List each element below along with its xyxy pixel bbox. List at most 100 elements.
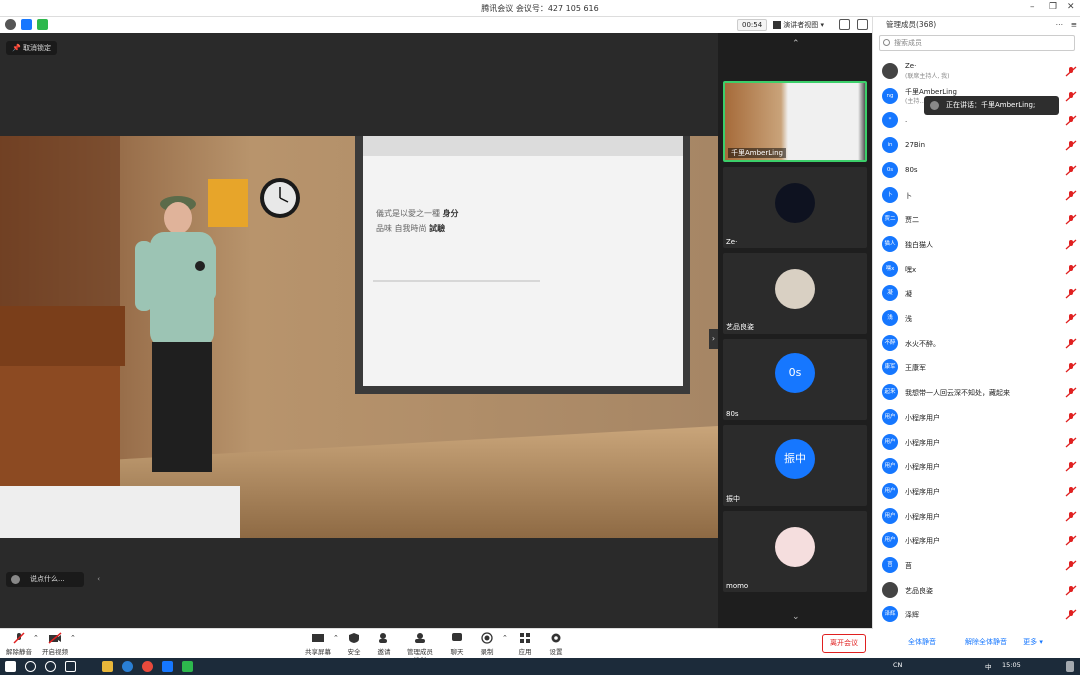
mic-muted-icon[interactable] — [1065, 511, 1077, 522]
member-row[interactable]: Ze· (联席主持人, 我) — [882, 61, 1077, 83]
member-row[interactable]: 卜卜 — [882, 185, 1077, 207]
multitask-icon[interactable] — [65, 661, 76, 672]
more-icon[interactable]: ⋯ — [1056, 17, 1064, 33]
member-row[interactable]: 0s 80s — [882, 160, 1077, 182]
layout-icon[interactable] — [857, 19, 868, 30]
collapse-icon[interactable]: ‹ — [97, 572, 100, 587]
chat-button[interactable]: 聊天 — [447, 632, 467, 656]
menu-icon[interactable]: ≡ — [1071, 17, 1077, 33]
member-row[interactable]: 莒莒 — [882, 555, 1077, 577]
mic-muted-icon[interactable] — [1065, 140, 1077, 151]
member-row[interactable]: 用户 小程序用户 — [882, 530, 1077, 552]
fullscreen-icon[interactable] — [839, 19, 850, 30]
scroll-down-icon[interactable]: ⌄ — [792, 612, 800, 622]
member-row[interactable]: 用户 小程序用户 — [882, 456, 1077, 478]
more-button[interactable]: 更多 ▾ — [1016, 635, 1050, 649]
member-row[interactable]: 浅浅 — [882, 308, 1077, 330]
task-view-icon[interactable] — [45, 661, 56, 672]
record-options-icon[interactable]: ⌃ — [502, 634, 508, 642]
unpin-button[interactable]: 📌 取消锁定 — [6, 41, 57, 55]
member-search-input[interactable]: 搜索成员 — [879, 35, 1075, 51]
member-row[interactable]: 艺品良姿 — [882, 580, 1077, 602]
video-tile[interactable]: momo — [723, 511, 867, 592]
mute-all-button[interactable]: 全体静音 — [892, 635, 952, 649]
share-options-icon[interactable]: ⌃ — [333, 634, 339, 642]
mic-muted-icon[interactable] — [1065, 412, 1077, 423]
settings-button[interactable]: 设置 — [546, 632, 566, 656]
mic-muted-icon[interactable] — [1065, 387, 1077, 398]
member-row[interactable]: 泽辉 泽辉 — [882, 604, 1077, 626]
mic-muted-icon[interactable] — [1065, 214, 1077, 225]
member-avatar: 起来 — [882, 384, 898, 401]
leave-meeting-button[interactable]: 离开会议 — [822, 634, 866, 653]
member-row[interactable]: 贾二 贾二 — [882, 209, 1077, 231]
clock[interactable]: 15:05 — [1002, 661, 1021, 669]
mic-muted-icon[interactable] — [1065, 461, 1077, 472]
unmute-button[interactable]: 解除静音 — [6, 632, 32, 656]
ime-indicator[interactable]: 中 — [985, 661, 992, 671]
unmute-options-icon[interactable]: ⌃ — [33, 634, 39, 642]
record-button[interactable]: 录制 — [477, 632, 497, 656]
notification-icon[interactable] — [1066, 661, 1074, 672]
member-row[interactable]: 嘿x 嘿x — [882, 259, 1077, 281]
video-tile[interactable]: 振中 振中 — [723, 425, 867, 506]
mic-muted-icon[interactable] — [1065, 437, 1077, 448]
share-screen-button[interactable]: 共享屏幕 — [304, 632, 332, 656]
view-mode-button[interactable]: 演讲者视图 ▾ — [773, 19, 824, 31]
member-row[interactable]: 不醉 水火不醉。 — [882, 333, 1077, 355]
signal-icon[interactable] — [37, 19, 48, 30]
search-icon[interactable] — [25, 661, 36, 672]
mic-muted-icon[interactable] — [1065, 585, 1077, 596]
member-row[interactable]: 起来 我想带一人回云深不知处，藏起来 — [882, 382, 1077, 404]
member-row[interactable]: 用户 小程序用户 — [882, 481, 1077, 503]
member-row[interactable]: in 27Bin — [882, 135, 1077, 157]
minimize-icon[interactable]: – — [1030, 2, 1035, 12]
invite-button[interactable]: 邀请 — [374, 632, 394, 656]
member-row[interactable]: 用户 小程序用户 — [882, 432, 1077, 454]
mic-muted-icon[interactable] — [1065, 91, 1077, 102]
video-tile[interactable]: Ze· — [723, 167, 867, 248]
close-icon[interactable]: ✕ — [1067, 2, 1075, 12]
mic-muted-icon[interactable] — [1065, 115, 1077, 126]
file-explorer-icon[interactable] — [102, 661, 113, 672]
mic-muted-icon[interactable] — [1065, 239, 1077, 250]
restore-icon[interactable]: ❐ — [1049, 2, 1057, 12]
tencent-meeting-icon[interactable] — [162, 661, 173, 672]
mic-muted-icon[interactable] — [1065, 264, 1077, 275]
info-icon[interactable] — [5, 19, 16, 30]
scroll-up-icon[interactable]: ⌃ — [792, 39, 800, 49]
mic-muted-icon[interactable] — [1065, 535, 1077, 546]
member-row[interactable]: 康军 王康军 — [882, 357, 1077, 379]
expand-panel-icon[interactable]: › — [709, 329, 718, 349]
member-row[interactable]: 用户 小程序用户 — [882, 407, 1077, 429]
mic-muted-icon[interactable] — [1065, 66, 1077, 77]
mic-muted-icon[interactable] — [1065, 313, 1077, 324]
mic-muted-icon[interactable] — [1065, 338, 1077, 349]
video-tile[interactable]: 千里AmberLing — [723, 81, 867, 162]
video-options-icon[interactable]: ⌃ — [70, 634, 76, 642]
mic-muted-icon[interactable] — [1065, 486, 1077, 497]
mic-muted-icon[interactable] — [1065, 362, 1077, 373]
chrome-icon[interactable] — [142, 661, 153, 672]
windows-start-icon[interactable] — [5, 661, 16, 672]
shield-icon[interactable] — [21, 19, 32, 30]
mic-muted-icon[interactable] — [1065, 560, 1077, 571]
lang-indicator[interactable]: CN — [893, 661, 902, 669]
apps-button[interactable]: 应用 — [515, 632, 535, 656]
member-row[interactable]: 用户 小程序用户 — [882, 506, 1077, 528]
mic-muted-icon[interactable] — [1065, 190, 1077, 201]
mic-muted-icon[interactable] — [1065, 609, 1077, 620]
apps-label: 应用 — [518, 648, 532, 656]
edge-icon[interactable] — [122, 661, 133, 672]
video-tile[interactable]: 0s 80s — [723, 339, 867, 420]
unmute-all-button[interactable]: 解除全体静音 — [956, 635, 1016, 649]
mic-muted-icon[interactable] — [1065, 165, 1077, 176]
security-button[interactable]: 安全 — [344, 632, 364, 656]
video-tile[interactable]: 艺品良姿 — [723, 253, 867, 334]
video-button[interactable]: 开启视频 — [42, 632, 68, 656]
chat-quick-input[interactable]: 说点什么... ‹ — [6, 572, 100, 587]
member-row[interactable]: 猫人 独白猫人 — [882, 234, 1077, 256]
mic-muted-icon[interactable] — [1065, 288, 1077, 299]
member-row[interactable]: 凝凝 — [882, 283, 1077, 305]
wechat-icon[interactable] — [182, 661, 193, 672]
